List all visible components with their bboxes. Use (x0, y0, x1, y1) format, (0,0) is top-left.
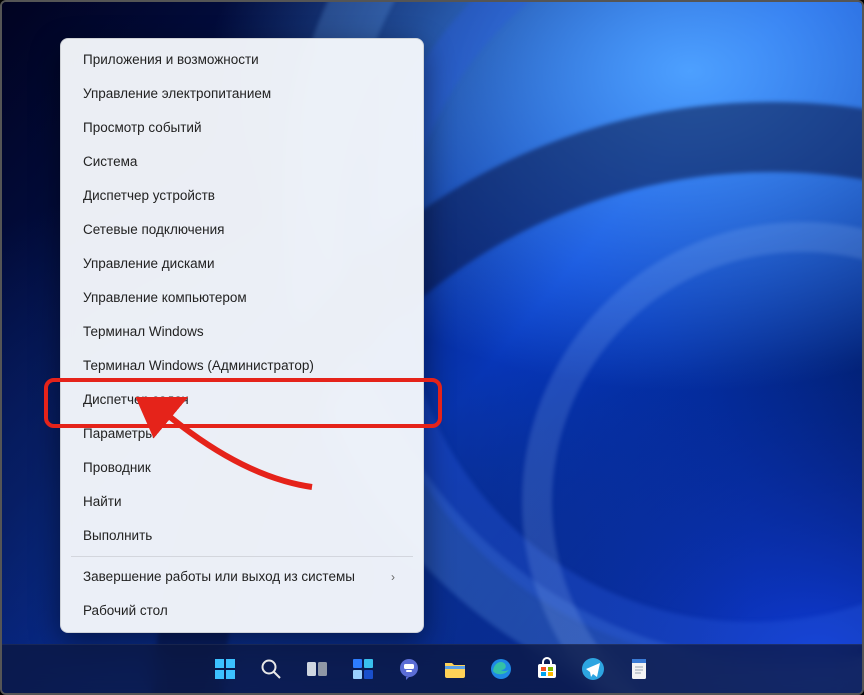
menu-item-13[interactable]: Найти (67, 485, 417, 519)
store-icon[interactable] (528, 650, 566, 688)
menu-item-11[interactable]: Параметры (67, 417, 417, 451)
menu-item-9[interactable]: Терминал Windows (Администратор) (67, 349, 417, 383)
menu-item-4[interactable]: Диспетчер устройств (67, 179, 417, 213)
menu-item-label: Диспетчер устройств (83, 179, 215, 213)
menu-item-15[interactable]: Завершение работы или выход из системы › (67, 560, 417, 594)
chevron-right-icon: › (391, 560, 395, 594)
menu-item-label: Терминал Windows (83, 315, 204, 349)
menu-item-label: Приложения и возможности (83, 43, 259, 77)
start-icon[interactable] (206, 650, 244, 688)
search-icon[interactable] (252, 650, 290, 688)
edge-icon[interactable] (482, 650, 520, 688)
menu-item-5[interactable]: Сетевые подключения (67, 213, 417, 247)
taskbar (2, 644, 862, 693)
telegram-icon[interactable] (574, 650, 612, 688)
menu-item-0[interactable]: Приложения и возможности (67, 43, 417, 77)
menu-item-label: Параметры (83, 417, 155, 451)
notepad-icon[interactable] (620, 650, 658, 688)
menu-item-1[interactable]: Управление электропитанием (67, 77, 417, 111)
menu-item-8[interactable]: Терминал Windows (67, 315, 417, 349)
menu-item-label: Управление компьютером (83, 281, 247, 315)
menu-item-label: Управление дисками (83, 247, 215, 281)
widgets-icon[interactable] (344, 650, 382, 688)
menu-item-label: Система (83, 145, 137, 179)
winx-context-menu: Приложения и возможностиУправление элект… (60, 38, 424, 633)
menu-item-14[interactable]: Выполнить (67, 519, 417, 553)
taskview-icon[interactable] (298, 650, 336, 688)
menu-item-label: Просмотр событий (83, 111, 202, 145)
menu-item-label: Завершение работы или выход из системы (83, 560, 355, 594)
menu-item-label: Сетевые подключения (83, 213, 225, 247)
chat-icon[interactable] (390, 650, 428, 688)
menu-item-10[interactable]: Диспетчер задач (67, 383, 417, 417)
explorer-icon[interactable] (436, 650, 474, 688)
menu-item-label: Рабочий стол (83, 594, 168, 628)
menu-item-label: Найти (83, 485, 122, 519)
menu-item-3[interactable]: Система (67, 145, 417, 179)
menu-item-label: Терминал Windows (Администратор) (83, 349, 314, 383)
menu-item-2[interactable]: Просмотр событий (67, 111, 417, 145)
menu-item-16[interactable]: Рабочий стол (67, 594, 417, 628)
menu-item-6[interactable]: Управление дисками (67, 247, 417, 281)
menu-item-label: Диспетчер задач (83, 383, 189, 417)
menu-item-label: Выполнить (83, 519, 152, 553)
menu-item-label: Управление электропитанием (83, 77, 271, 111)
menu-item-12[interactable]: Проводник (67, 451, 417, 485)
menu-item-7[interactable]: Управление компьютером (67, 281, 417, 315)
menu-item-label: Проводник (83, 451, 151, 485)
menu-separator (71, 556, 413, 557)
